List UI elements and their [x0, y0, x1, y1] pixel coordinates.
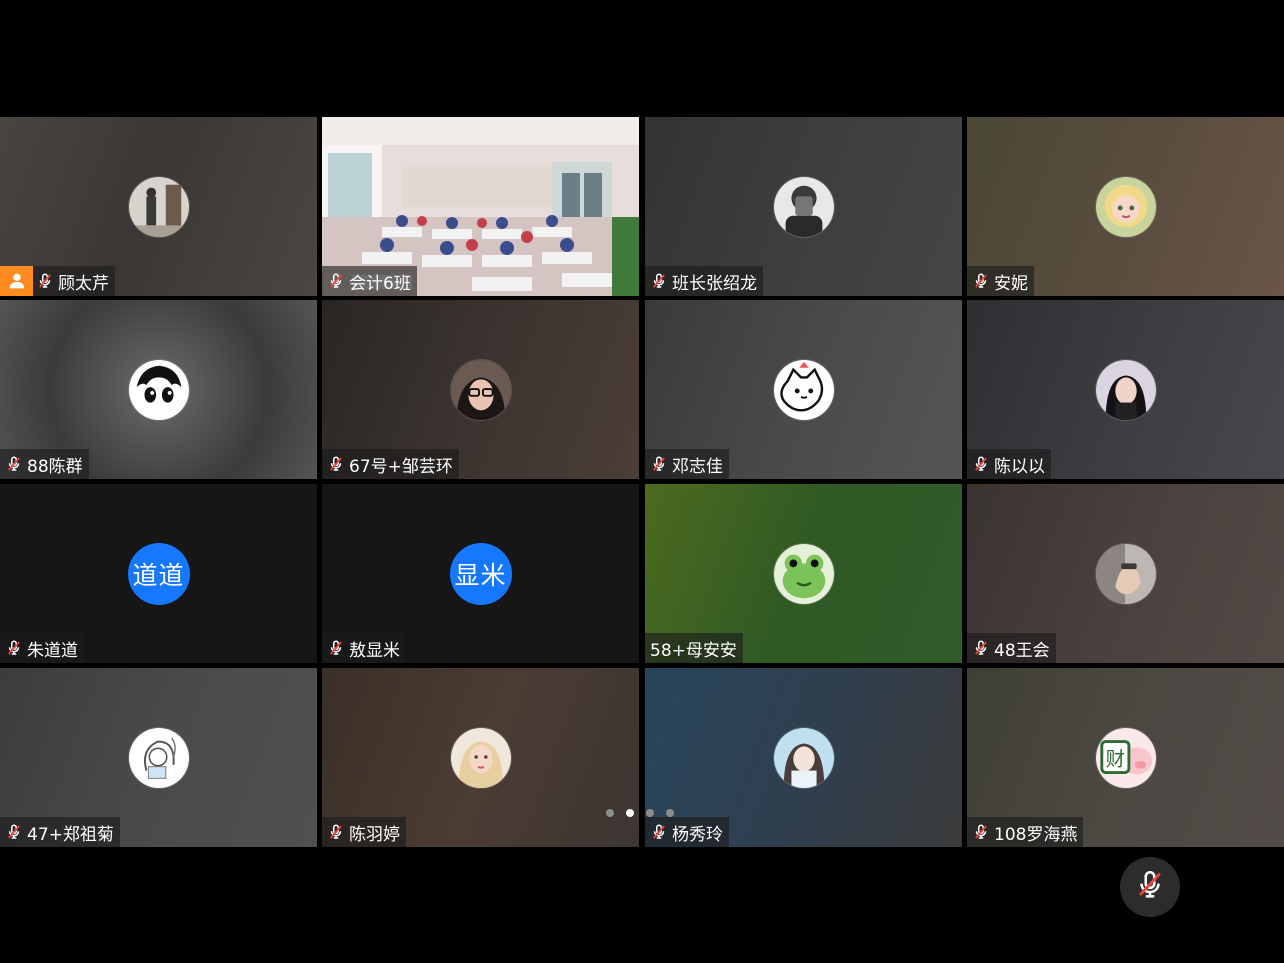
participant-tile[interactable]: 58+母安安 [645, 484, 962, 663]
participant-tile[interactable]: 顾太芹 [0, 117, 317, 296]
host-icon [0, 266, 33, 296]
participant-name-tag: 陈羽婷 [322, 817, 406, 847]
participant-name: 朱道道 [27, 640, 78, 661]
page-dot[interactable] [666, 809, 674, 817]
mic-muted-icon [327, 823, 345, 841]
person-photo-icon [127, 175, 190, 238]
participant-tile[interactable]: 显米 敖显米 [322, 484, 639, 663]
svg-text:财: 财 [1105, 747, 1124, 770]
participant-name: 顾太芹 [58, 273, 109, 294]
participant-name-tag: 48王会 [967, 633, 1056, 663]
participant-tile[interactable]: 88陈群 [0, 300, 317, 479]
page-dot[interactable] [626, 809, 634, 817]
text-avatar: 道道 [127, 542, 190, 605]
girl-photo-icon [1094, 358, 1157, 421]
participant-name: 班长张绍龙 [672, 273, 757, 294]
page-dot[interactable] [646, 809, 654, 817]
frog-avatar-icon [772, 542, 835, 605]
participant-tile[interactable]: 48王会 [967, 484, 1284, 663]
participant-tile[interactable]: 会计6班 [322, 117, 639, 296]
participant-name: 陈以以 [994, 456, 1045, 477]
mic-muted-icon [327, 455, 345, 473]
sketch-girl-icon [127, 726, 190, 789]
participant-name: 88陈群 [27, 456, 83, 477]
participant-name-tag: 陈以以 [967, 449, 1051, 479]
page-indicator[interactable] [606, 809, 674, 817]
participant-name: 杨秀玲 [672, 824, 723, 845]
pig-cai-icon: 财 [1094, 726, 1157, 789]
participant-name-tag: 顾太芹 [0, 266, 115, 296]
participant-tile[interactable]: 47+郑祖菊 [0, 668, 317, 847]
participant-name: 58+母安安 [650, 640, 737, 661]
participant-name: 67号+邹芸环 [349, 456, 453, 477]
participant-name: 陈羽婷 [349, 824, 400, 845]
selfie-photo-icon [772, 175, 835, 238]
blonde-girl-photo-icon [449, 726, 512, 789]
participant-tile[interactable]: 陈以以 [967, 300, 1284, 479]
hand-photo-icon [1094, 542, 1157, 605]
mic-muted-icon [5, 455, 23, 473]
mic-muted-icon [972, 455, 990, 473]
mic-muted-icon [650, 272, 668, 290]
participant-name: 47+郑祖菊 [27, 824, 114, 845]
mic-muted-icon [650, 823, 668, 841]
participant-tile[interactable]: 道道 朱道道 [0, 484, 317, 663]
anime-girl-photo-icon [1094, 175, 1157, 238]
participant-tile[interactable]: 67号+邹芸环 [322, 300, 639, 479]
participant-name: 邓志佳 [672, 456, 723, 477]
participant-name: 108罗海燕 [994, 824, 1078, 845]
mic-muted-icon [650, 455, 668, 473]
text-avatar: 显米 [449, 542, 512, 605]
participant-name-tag: 班长张绍龙 [645, 266, 763, 296]
participant-tile[interactable]: 杨秀玲 [645, 668, 962, 847]
mic-muted-icon [972, 823, 990, 841]
mute-toggle-button[interactable] [1120, 857, 1180, 917]
participant-name-tag: 朱道道 [0, 633, 84, 663]
cartoon-face-icon [127, 358, 190, 421]
participant-name-tag: 会计6班 [322, 266, 417, 296]
participant-name: 会计6班 [349, 273, 411, 294]
participant-name-tag: 58+母安安 [645, 633, 743, 663]
participant-tile[interactable]: 班长张绍龙 [645, 117, 962, 296]
meeting-gallery: 顾太芹 会计6班 班长张绍龙 安妮 88陈群 67号+邹芸环 邓志佳 陈以以 道… [0, 0, 1284, 963]
cartoon-cat-icon [772, 358, 835, 421]
participant-tile[interactable]: 财 108罗海燕 [967, 668, 1284, 847]
mic-muted-icon [327, 639, 345, 657]
participant-name-tag: 108罗海燕 [967, 817, 1084, 847]
participant-tile[interactable]: 邓志佳 [645, 300, 962, 479]
mic-off-icon [1133, 868, 1167, 906]
participant-name: 安妮 [994, 273, 1028, 294]
mic-muted-icon [36, 272, 54, 290]
participant-name-tag: 杨秀玲 [645, 817, 729, 847]
participant-name-tag: 敖显米 [322, 633, 406, 663]
participant-name-tag: 邓志佳 [645, 449, 729, 479]
mic-muted-icon [972, 272, 990, 290]
participant-name-tag: 安妮 [967, 266, 1034, 296]
anime-blue-girl-icon [772, 726, 835, 789]
participant-tile[interactable]: 安妮 [967, 117, 1284, 296]
mic-muted-icon [972, 639, 990, 657]
participant-tile[interactable]: 陈羽婷 [322, 668, 639, 847]
mic-muted-icon [5, 639, 23, 657]
participant-name-tag: 88陈群 [0, 449, 89, 479]
mic-muted-icon [5, 823, 23, 841]
participant-name-tag: 47+郑祖菊 [0, 817, 120, 847]
glasses-girl-photo-icon [449, 358, 512, 421]
participant-name: 敖显米 [349, 640, 400, 661]
participant-name: 48王会 [994, 640, 1050, 661]
mic-muted-icon [327, 272, 345, 290]
page-dot[interactable] [606, 809, 614, 817]
participant-name-tag: 67号+邹芸环 [322, 449, 459, 479]
